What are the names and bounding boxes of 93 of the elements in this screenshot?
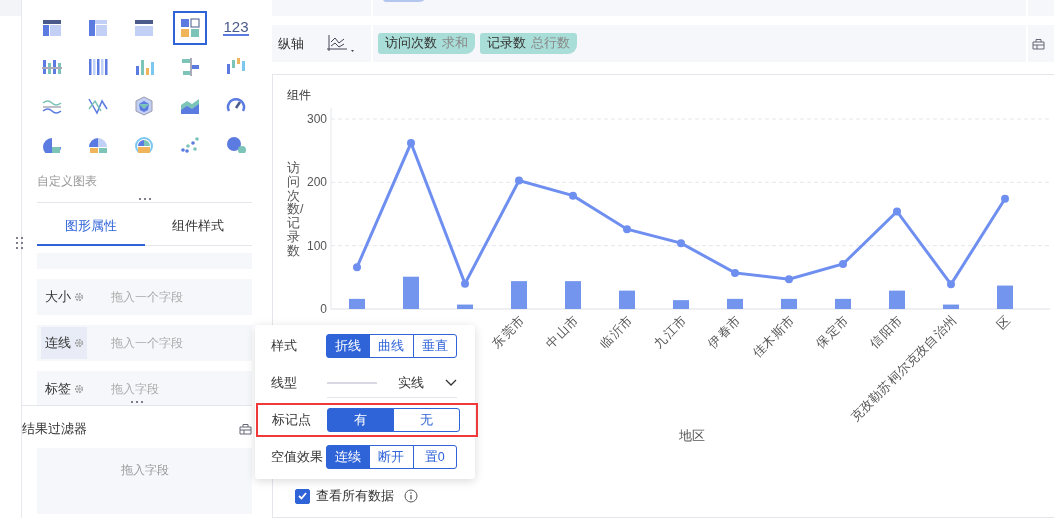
chevron-down-icon: [445, 378, 457, 387]
bar: [780, 298, 797, 309]
property-drop-row[interactable]: 标签 拖入字段: [37, 371, 252, 405]
property-tab[interactable]: 图形属性: [37, 211, 145, 246]
property-tab[interactable]: 组件样式: [144, 211, 252, 246]
axis-label: 纵轴: [277, 34, 305, 53]
bar: [942, 304, 959, 309]
segment-option[interactable]: 曲线: [369, 334, 414, 358]
x-axis-title: 地区: [678, 428, 705, 443]
checkbox-label: 查看所有数据: [316, 487, 394, 505]
drop-hint: 拖入一个字段: [111, 288, 183, 306]
segment-option[interactable]: 连续: [326, 445, 371, 469]
segment-option[interactable]: 折线: [326, 334, 371, 358]
chart-type-icon: [179, 16, 201, 39]
axis-chart-icon[interactable]: [326, 33, 356, 54]
bar: [888, 290, 905, 309]
data-point: [730, 268, 739, 277]
property-name: 连线: [45, 334, 71, 352]
drag-handle-icon[interactable]: [131, 400, 143, 404]
checkbox[interactable]: [295, 488, 310, 504]
property-name: 标签: [45, 380, 71, 398]
bar: [618, 290, 635, 309]
axis-category-label: 信阳市: [867, 313, 905, 351]
bar: [834, 298, 851, 309]
chart-type-option[interactable]: 123: [219, 10, 252, 45]
property-drop-row[interactable]: 连线 拖入一个字段: [37, 325, 252, 361]
line-preview-icon: [327, 380, 377, 385]
drag-handle-icon[interactable]: [138, 197, 151, 201]
checkmark-icon: [298, 492, 307, 500]
data-point: [946, 280, 955, 289]
info-icon[interactable]: [404, 489, 418, 503]
bar: [996, 285, 1013, 309]
setting-label: 线型: [271, 374, 298, 392]
chart-type-icon: [133, 94, 155, 117]
aggregate-label: 总行数: [531, 36, 570, 50]
axis-category-label: 九江市: [651, 313, 689, 351]
bar: [510, 281, 527, 309]
property-name: 大小: [45, 288, 71, 306]
data-point: [1000, 194, 1009, 203]
bar: [348, 298, 365, 309]
drop-hint: 拖入字段: [111, 380, 159, 398]
axis-tick-label: 300: [306, 112, 327, 126]
gear-icon[interactable]: [74, 338, 84, 348]
bar: [672, 300, 689, 309]
data-point: [568, 191, 577, 200]
axis-category-label: 东莞市: [489, 313, 527, 351]
section-title: 结果过滤器: [22, 420, 87, 438]
line-type-dropdown[interactable]: 实线: [327, 368, 457, 398]
data-point: [838, 260, 847, 269]
bar: [726, 298, 743, 309]
property-label[interactable]: 连线: [41, 327, 87, 359]
field-chip[interactable]: 访问次数 求和: [378, 33, 475, 54]
property-label[interactable]: 大小: [41, 281, 87, 313]
card-title: 组件: [287, 87, 312, 104]
property-drop-row[interactable]: 大小 拖入一个字段: [37, 279, 252, 315]
axis-tick-label: 200: [306, 175, 327, 190]
axis-category-label: 中山市: [543, 313, 581, 351]
axis-tick-label: 100: [306, 238, 327, 253]
data-point: [784, 275, 793, 284]
data-point: [892, 207, 901, 216]
segment-option[interactable]: 断开: [369, 445, 414, 469]
data-point: [514, 176, 523, 185]
custom-chart-label: 自定义图表: [37, 173, 98, 190]
drop-hint: 拖入一个字段: [111, 334, 183, 352]
axis-category-label: 区: [993, 313, 1013, 333]
bar: [564, 281, 581, 309]
axis-category-label: 伊春市: [705, 313, 743, 351]
segment-option[interactable]: 垂直: [412, 334, 457, 358]
setting-label: 标记点: [272, 411, 312, 429]
axis-category-label: 保定市: [813, 313, 851, 351]
axis-category-label: 临沂市: [597, 313, 635, 351]
field-chip[interactable]: 记录数 总行数: [480, 33, 577, 54]
chart-type-option[interactable]: [173, 10, 207, 45]
bar: [402, 276, 419, 309]
data-point: [406, 139, 415, 148]
data-point: [460, 279, 469, 288]
drag-handle-icon[interactable]: [16, 237, 24, 249]
data-point: [676, 239, 685, 248]
axis-tick-label: 0: [319, 302, 327, 316]
setting-label: 空值效果: [271, 448, 324, 466]
chart-type-icon: [179, 55, 201, 78]
segment-option[interactable]: 置0: [412, 445, 457, 469]
gear-icon[interactable]: [74, 292, 84, 302]
setting-label: 样式: [271, 337, 298, 355]
data-point: [622, 225, 631, 234]
gear-icon[interactable]: [74, 384, 84, 394]
data-point: [352, 263, 361, 272]
bar: [456, 304, 473, 309]
axis-category-label: 佳木斯市: [749, 313, 797, 360]
aggregate-label: 求和: [442, 36, 468, 50]
segment-option[interactable]: 无: [393, 408, 460, 432]
segment-option[interactable]: 有: [327, 408, 394, 432]
property-label[interactable]: 标签: [41, 373, 87, 405]
